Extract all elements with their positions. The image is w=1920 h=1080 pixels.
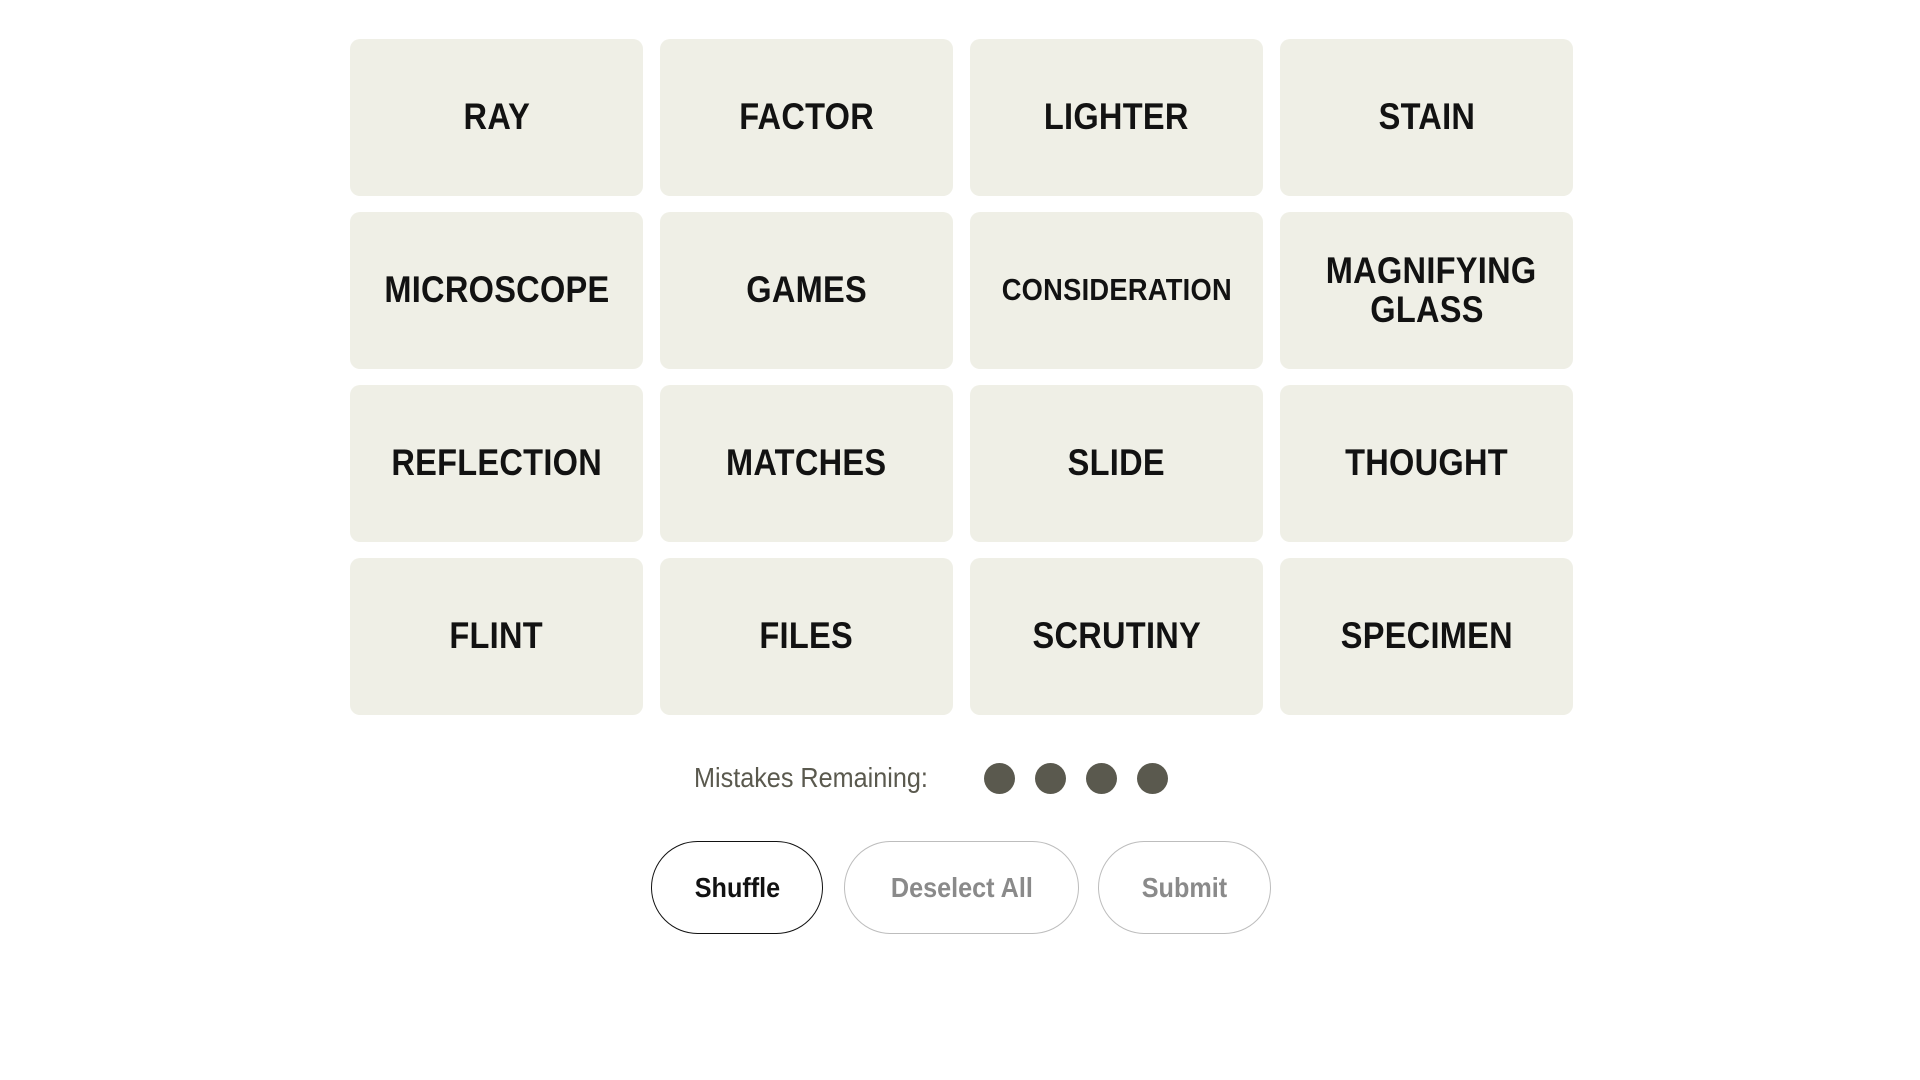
tile-label: SCRUTINY <box>1032 615 1201 657</box>
deselect-all-label: Deselect All <box>890 871 1033 903</box>
mistake-dot <box>984 762 1015 794</box>
tile-label: LIGHTER <box>1044 96 1189 138</box>
word-tile[interactable]: SPECIMEN <box>1280 558 1573 715</box>
mistake-dot <box>1137 762 1168 794</box>
word-tile[interactable]: THOUGHT <box>1280 385 1573 542</box>
tile-label: THOUGHT <box>1345 442 1508 484</box>
shuffle-button[interactable]: Shuffle <box>651 841 823 934</box>
tile-label: SPECIMEN <box>1340 615 1513 657</box>
submit-label: Submit <box>1141 871 1228 903</box>
tile-label: STAIN <box>1378 96 1475 138</box>
tile-label: MICROSCOPE <box>383 269 610 311</box>
mistakes-remaining: Mistakes Remaining: <box>694 758 1188 798</box>
tile-label: CONSIDERATION <box>1001 272 1232 308</box>
deselect-all-button[interactable]: Deselect All <box>844 841 1079 934</box>
word-tile[interactable]: MATCHES <box>660 385 953 542</box>
word-tile[interactable]: GAMES <box>660 212 953 369</box>
mistake-dot <box>1035 762 1066 794</box>
tile-label: SLIDE <box>1067 442 1166 484</box>
word-tile[interactable]: SLIDE <box>970 385 1263 542</box>
word-tile[interactable]: FACTOR <box>660 39 953 196</box>
mistake-dots <box>984 762 1188 794</box>
tile-label: MAGNIFYING GLASS <box>1325 249 1536 330</box>
tile-label: FACTOR <box>739 96 874 138</box>
word-tile[interactable]: LIGHTER <box>970 39 1263 196</box>
word-tile[interactable]: MICROSCOPE <box>350 212 643 369</box>
mistakes-label: Mistakes Remaining: <box>694 762 928 793</box>
word-tile[interactable]: CONSIDERATION <box>970 212 1263 369</box>
word-tile[interactable]: STAIN <box>1280 39 1573 196</box>
mistake-dot <box>1086 762 1117 794</box>
tile-label: FLINT <box>449 615 544 657</box>
word-tile[interactable]: MAGNIFYING GLASS <box>1280 212 1573 369</box>
word-tile[interactable]: SCRUTINY <box>970 558 1263 715</box>
word-tile[interactable]: RAY <box>350 39 643 196</box>
tile-label: MATCHES <box>726 442 887 484</box>
submit-button[interactable]: Submit <box>1098 841 1271 934</box>
tile-label: REFLECTION <box>391 442 602 484</box>
word-tile[interactable]: FILES <box>660 558 953 715</box>
word-grid: RAY FACTOR LIGHTER STAIN MICROSCOPE GAME… <box>350 39 1573 715</box>
tile-label: GAMES <box>746 269 867 311</box>
tile-label: RAY <box>463 96 530 138</box>
word-tile[interactable]: REFLECTION <box>350 385 643 542</box>
shuffle-label: Shuffle <box>694 871 780 903</box>
tile-label: FILES <box>759 615 854 657</box>
word-tile[interactable]: FLINT <box>350 558 643 715</box>
